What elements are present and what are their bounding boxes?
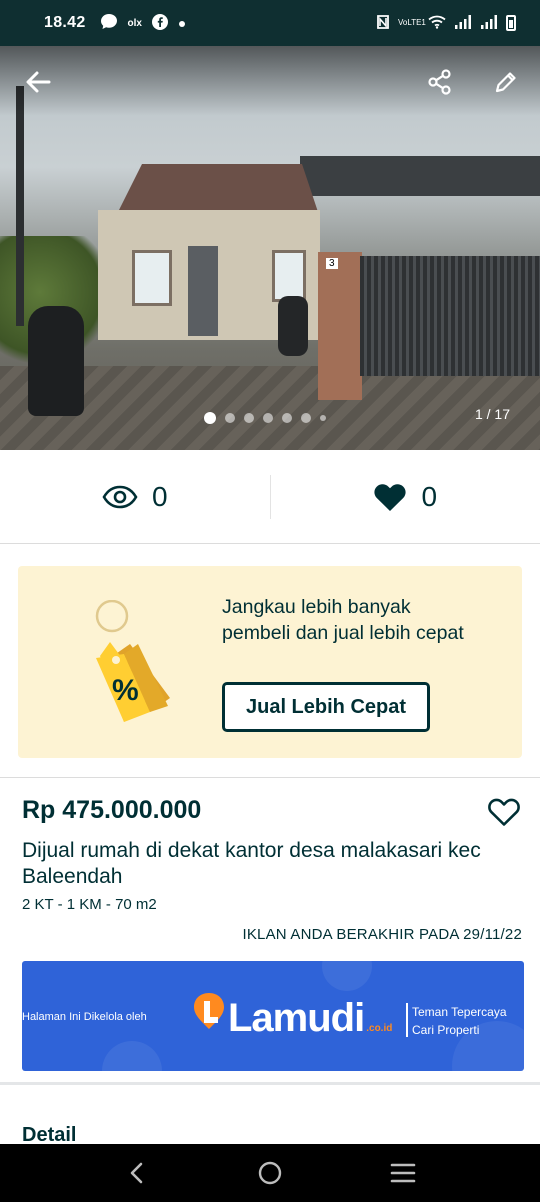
lamudi-logo: Lamudi .co.id — [192, 991, 392, 1041]
arrow-left-icon — [26, 71, 51, 93]
nfc-icon — [376, 14, 390, 33]
promo-text: Jangkau lebih banyak pembeli dan jual le… — [222, 596, 464, 644]
photo-roof — [118, 164, 318, 212]
sell-faster-button[interactable]: Jual Lebih Cepat — [222, 682, 430, 732]
sell-faster-promo: % Jangkau lebih banyak pembeli dan jual … — [18, 566, 522, 758]
pagination-dot[interactable] — [282, 413, 292, 423]
banner-decoration — [322, 961, 372, 991]
listing-price: Rp 475.000.000 — [22, 796, 202, 824]
pagination-dot[interactable] — [320, 415, 326, 421]
nav-home-button[interactable] — [248, 1151, 292, 1195]
pagination-dot[interactable] — [263, 413, 273, 423]
notification-icons: olx — [100, 13, 186, 34]
banner-managed-by: Halaman Ini Dikelola oleh — [22, 1011, 147, 1023]
pagination-dot[interactable] — [225, 413, 235, 423]
system-icons: VoLTE1 — [376, 14, 516, 33]
facebook-icon — [152, 13, 168, 33]
heart-filled-icon — [374, 483, 407, 511]
listing-photo-gallery[interactable]: 3 1 / 17 — [0, 46, 540, 450]
wifi-icon — [428, 15, 446, 32]
divider — [0, 777, 540, 778]
back-button[interactable] — [20, 64, 56, 100]
banner-tagline-line2: Cari Properti — [412, 1023, 480, 1037]
share-icon — [428, 69, 451, 95]
favorites-count: 0 — [421, 480, 438, 512]
views-stat: 0 — [0, 481, 270, 513]
ad-expiry-notice: IKLAN ANDA BERAKHIR PADA 29/11/22 — [242, 926, 522, 943]
photo-motorcycle — [28, 306, 84, 416]
lamudi-logo-mark — [194, 993, 224, 1029]
photo-carport-roof — [300, 156, 540, 196]
listing-stats: 0 0 — [0, 450, 540, 544]
heart-outline-icon — [488, 798, 520, 826]
menu-lines-icon — [391, 1163, 416, 1183]
nav-recents-button[interactable] — [381, 1151, 425, 1195]
share-button[interactable] — [422, 64, 458, 100]
eye-icon — [102, 485, 138, 508]
photo-door — [188, 246, 218, 336]
banner-tagline-line1: Teman Tepercaya — [412, 1005, 507, 1019]
banner-separator — [406, 1003, 408, 1037]
listing-specs: 2 KT - 1 KM - 70 m2 — [22, 896, 157, 913]
pagination-dot[interactable] — [244, 413, 254, 423]
pagination-dot[interactable] — [204, 412, 216, 424]
signal-icon — [454, 14, 472, 32]
battery-icon — [506, 15, 516, 31]
system-navigation-bar — [0, 1144, 540, 1202]
lamudi-banner[interactable]: Halaman Ini Dikelola oleh Lamudi .co.id … — [22, 961, 524, 1071]
photo-window — [272, 250, 306, 302]
edit-button[interactable] — [488, 64, 524, 100]
favorite-button[interactable] — [486, 794, 522, 830]
banner-decoration — [102, 1041, 162, 1071]
pencil-icon — [495, 72, 516, 93]
photo-brick-wall: 3 — [318, 252, 362, 400]
status-time: 18.42 — [44, 14, 86, 31]
favorites-stat: 0 — [271, 481, 540, 513]
house-number: 3 — [326, 258, 338, 269]
photo-gate — [360, 256, 540, 376]
nav-back-button[interactable] — [115, 1151, 159, 1195]
lamudi-brand: Lamudi — [228, 996, 365, 1040]
signal-icon — [480, 14, 498, 32]
discount-tag-icon: % — [95, 600, 170, 722]
photo-top-shade — [0, 46, 540, 116]
photo-counter: 1 / 17 — [474, 406, 510, 422]
listing-title: Dijual rumah di dekat kantor desa malaka… — [22, 839, 481, 888]
status-bar: 18.42 olx VoLTE1 — [0, 0, 540, 46]
pagination-dot[interactable] — [301, 413, 311, 423]
circle-home-icon — [258, 1161, 282, 1185]
chevron-left-icon — [130, 1162, 142, 1184]
olx-icon: olx — [127, 17, 142, 29]
banner-tagline: Teman Tepercaya Cari Properti — [412, 1003, 507, 1039]
photo-window — [132, 250, 172, 306]
discount-symbol: % — [112, 674, 139, 707]
chat-icon — [100, 13, 118, 34]
views-count: 0 — [151, 480, 168, 512]
lamudi-domain: .co.id — [366, 1023, 393, 1034]
photo-pole — [16, 86, 24, 326]
dot-icon — [178, 16, 186, 31]
volte-icon: VoLTE1 — [398, 18, 426, 27]
photo-motorcycle — [278, 296, 308, 356]
section-divider — [0, 1082, 540, 1085]
gallery-pagination-dots — [204, 412, 326, 424]
